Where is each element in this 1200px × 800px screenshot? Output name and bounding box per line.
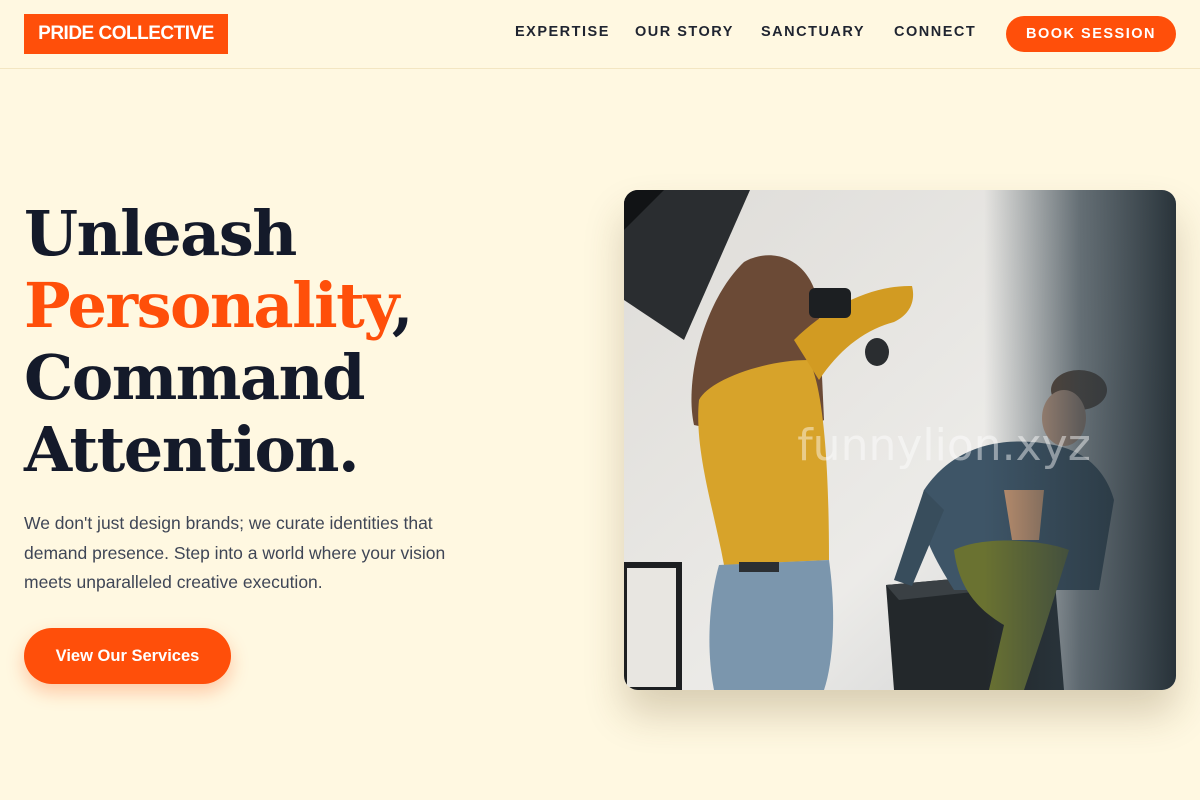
- headline-line-1: Unleash: [24, 197, 297, 270]
- watermark-text: funnylion.xyz: [797, 420, 1091, 471]
- view-services-button[interactable]: View Our Services: [24, 628, 231, 684]
- headline-comma: ,: [391, 269, 414, 342]
- hero-photo: funnylion.xyz: [624, 190, 1176, 690]
- brand-logo[interactable]: PRIDE COLLECTIVE: [24, 14, 228, 54]
- headline-accent-word: Personality: [24, 269, 393, 342]
- nav-link-sanctuary[interactable]: SANCTUARY: [761, 24, 865, 40]
- nav-link-connect[interactable]: CONNECT: [894, 24, 976, 40]
- site-header: PRIDE COLLECTIVE EXPERTISE OUR STORY SAN…: [0, 0, 1200, 69]
- nav-link-our-story[interactable]: OUR STORY: [635, 24, 734, 40]
- hero-subtext: We don't just design brands; we curate i…: [24, 513, 446, 592]
- headline-line-3: Command: [24, 341, 366, 414]
- headline-line-4: Attention.: [24, 413, 360, 486]
- book-session-button[interactable]: BOOK SESSION: [1006, 16, 1176, 52]
- nav-link-expertise[interactable]: EXPERTISE: [515, 24, 610, 40]
- headline-line-2: Personality,: [24, 270, 564, 342]
- hero-headline: Unleash Personality, Command Attention.: [24, 198, 564, 486]
- photo-illustration: funnylion.xyz: [624, 190, 1176, 690]
